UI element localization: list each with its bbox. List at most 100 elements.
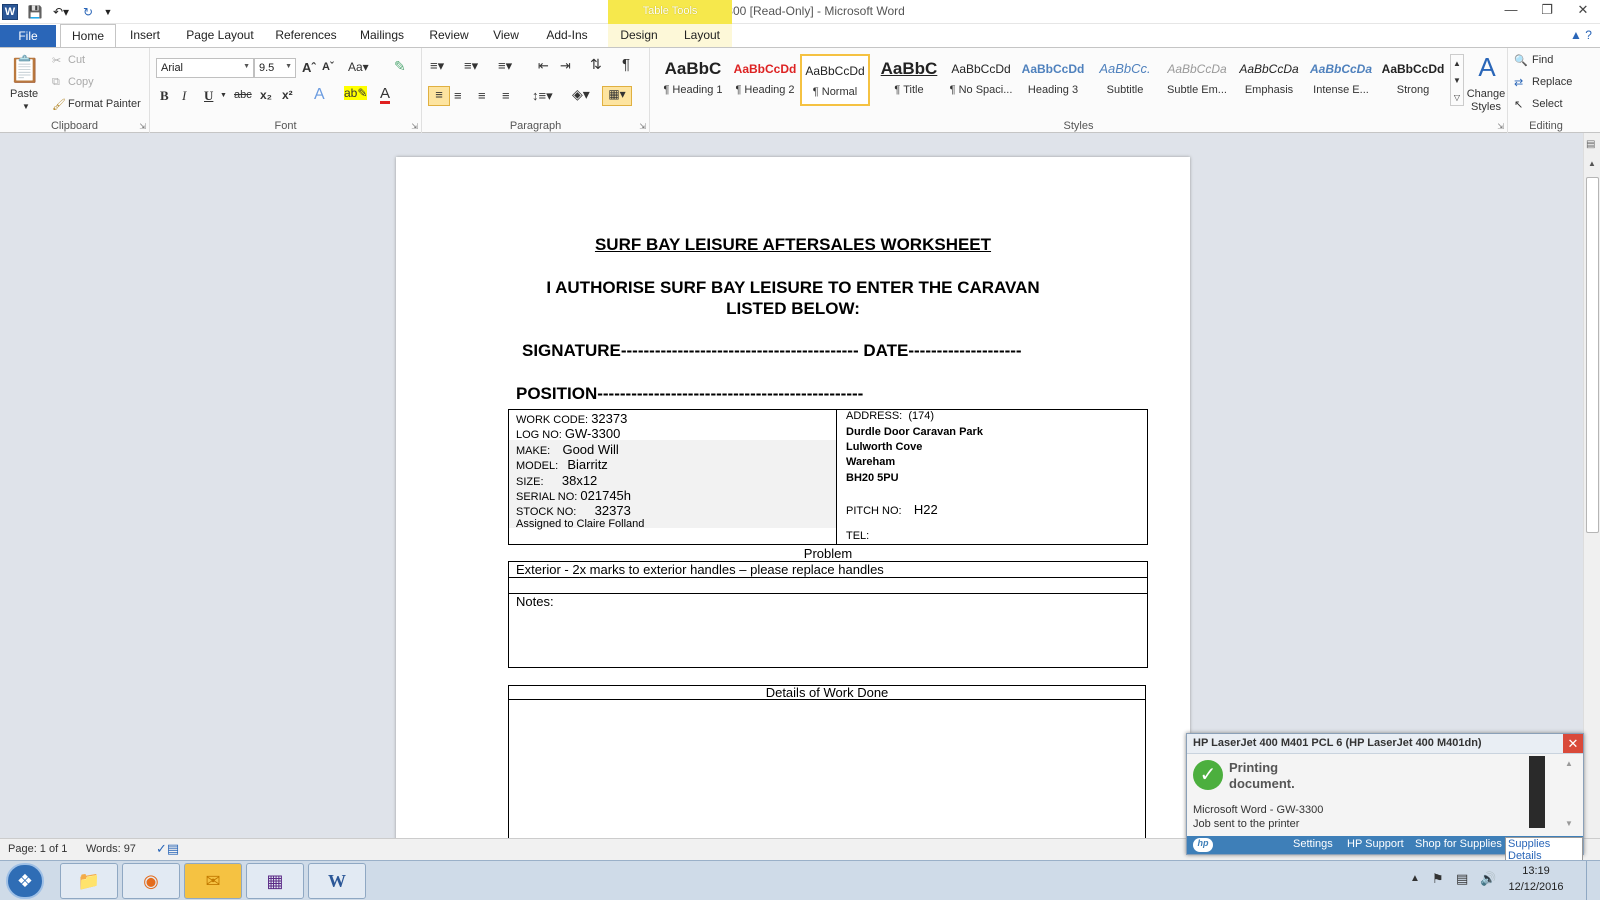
- font-size-combo[interactable]: 9.5 ▼: [254, 58, 296, 78]
- explorer-taskbar-icon[interactable]: 📁: [60, 863, 118, 899]
- borders-icon[interactable]: ▦▾: [602, 86, 632, 106]
- scrollbar-thumb[interactable]: [1586, 177, 1599, 533]
- font-launcher-icon[interactable]: ⇲: [411, 122, 418, 131]
- bold-icon[interactable]: B: [160, 88, 169, 104]
- align-right-icon[interactable]: ≡: [478, 88, 486, 103]
- scroll-up-icon[interactable]: ▲: [1588, 159, 1596, 168]
- paragraph-launcher-icon[interactable]: ⇲: [639, 122, 646, 131]
- replace-button[interactable]: Replace: [1532, 76, 1572, 88]
- tab-review[interactable]: Review: [424, 24, 474, 47]
- replace-icon[interactable]: ⇄: [1514, 76, 1523, 89]
- style-subtitle[interactable]: AaBbCc. Subtitle: [1090, 54, 1160, 106]
- paste-icon[interactable]: 📋: [8, 54, 42, 86]
- outlook-taskbar-icon[interactable]: ✉: [184, 863, 242, 899]
- style-subtle-emphasis[interactable]: AaBbCcDa Subtle Em...: [1162, 54, 1232, 106]
- change-case-icon[interactable]: Aa▾: [348, 60, 369, 74]
- style-title[interactable]: AaBbC ¶ Title: [874, 54, 944, 106]
- help-icon[interactable]: ▲ ?: [1566, 24, 1596, 47]
- style-emphasis[interactable]: AaBbCcDa Emphasis: [1234, 54, 1304, 106]
- style-strong[interactable]: AaBbCcDd Strong: [1378, 54, 1448, 106]
- superscript-icon[interactable]: x²: [282, 88, 293, 102]
- increase-indent-icon[interactable]: ⇥: [560, 58, 571, 74]
- decrease-indent-icon[interactable]: ⇤: [538, 58, 549, 74]
- show-hidden-icons-icon[interactable]: ▲: [1410, 873, 1420, 884]
- align-center-icon[interactable]: ≡: [454, 88, 462, 103]
- cut-button[interactable]: Cut: [68, 54, 85, 66]
- show-desktop-button[interactable]: [1586, 861, 1600, 900]
- tab-mailings[interactable]: Mailings: [352, 24, 412, 47]
- tab-file[interactable]: File: [0, 25, 56, 47]
- popup-scrollbar[interactable]: ▲ ▼: [1565, 758, 1577, 834]
- tab-design[interactable]: Design: [614, 24, 664, 47]
- vertical-scrollbar[interactable]: ▤ ▲: [1583, 133, 1600, 838]
- underline-dropdown-icon[interactable]: ▼: [220, 92, 227, 99]
- close-icon[interactable]: ✕: [1563, 734, 1583, 753]
- subscript-icon[interactable]: x₂: [260, 88, 272, 102]
- tab-layout[interactable]: Layout: [678, 24, 726, 47]
- problem-row[interactable]: Exterior - 2x marks to exterior handles …: [508, 561, 1148, 578]
- bullets-icon[interactable]: ≡▾: [430, 58, 444, 74]
- clipboard-launcher-icon[interactable]: ⇲: [139, 122, 146, 131]
- style-no-spacing[interactable]: AaBbCcDd ¶ No Spaci...: [946, 54, 1016, 106]
- copy-button[interactable]: Copy: [68, 76, 94, 88]
- italic-icon[interactable]: I: [182, 88, 186, 104]
- find-button[interactable]: Find: [1532, 54, 1553, 66]
- word-count[interactable]: Words: 97: [86, 843, 136, 855]
- word-taskbar-icon[interactable]: W: [308, 863, 366, 899]
- highlight-icon[interactable]: ab✎: [344, 86, 368, 100]
- cut-icon[interactable]: ✂: [52, 54, 61, 67]
- style-heading-2[interactable]: AaBbCcDd ¶ Heading 2: [730, 54, 800, 106]
- numbering-icon[interactable]: ≡▾: [464, 58, 478, 74]
- shading-icon[interactable]: ◈▾: [572, 86, 590, 103]
- shrink-font-icon[interactable]: Aˇ: [322, 61, 334, 73]
- multilevel-list-icon[interactable]: ≡▾: [498, 58, 512, 74]
- shop-for-supplies-link[interactable]: Shop for Supplies: [1415, 838, 1502, 850]
- tab-add-ins[interactable]: Add-Ins: [542, 24, 592, 47]
- clear-formatting-icon[interactable]: ✎: [394, 58, 406, 75]
- style-heading-1[interactable]: AaBbC ¶ Heading 1: [658, 54, 728, 106]
- change-styles-button[interactable]: Change Styles: [1464, 88, 1508, 114]
- tab-view[interactable]: View: [486, 24, 526, 47]
- align-left-icon[interactable]: ≡: [428, 86, 450, 106]
- minimize-button[interactable]: —: [1498, 2, 1524, 20]
- change-styles-icon[interactable]: A: [1468, 52, 1506, 83]
- notes-box[interactable]: Notes:: [508, 593, 1148, 668]
- tab-insert[interactable]: Insert: [122, 24, 168, 47]
- grow-font-icon[interactable]: Aˆ: [302, 60, 316, 75]
- style-normal[interactable]: AaBbCcDd ¶ Normal: [800, 54, 870, 106]
- select-button[interactable]: Select: [1532, 98, 1563, 110]
- copy-icon[interactable]: ⧉: [52, 76, 60, 89]
- settings-link[interactable]: Settings: [1293, 838, 1333, 850]
- font-name-combo[interactable]: Arial ▼: [156, 58, 254, 78]
- document-page[interactable]: SURF BAY LEISURE AFTERSALES WORKSHEET I …: [396, 157, 1190, 838]
- find-icon[interactable]: 🔍: [1514, 54, 1528, 67]
- style-heading-3[interactable]: AaBbCcDd Heading 3: [1018, 54, 1088, 106]
- styles-scroll-icon[interactable]: ▲ ▼ ▽: [1450, 54, 1464, 106]
- blank-row[interactable]: [508, 577, 1148, 594]
- tab-page-layout[interactable]: Page Layout: [180, 24, 260, 47]
- start-button[interactable]: ❖: [6, 863, 44, 899]
- proofing-icon[interactable]: ✓▤: [156, 841, 179, 857]
- calendar-app-taskbar-icon[interactable]: ▦: [246, 863, 304, 899]
- justify-icon[interactable]: ≡: [502, 88, 510, 103]
- tab-home[interactable]: Home: [60, 24, 116, 47]
- underline-icon[interactable]: U: [204, 88, 213, 104]
- tab-references[interactable]: References: [272, 24, 340, 47]
- style-intense-emphasis[interactable]: AaBbCcDa Intense E...: [1306, 54, 1376, 106]
- close-button[interactable]: ✕: [1570, 2, 1596, 20]
- hp-support-link[interactable]: HP Support: [1347, 838, 1404, 850]
- clock-date[interactable]: 12/12/2016: [1506, 881, 1566, 893]
- paste-button[interactable]: Paste: [10, 88, 38, 100]
- clock-time[interactable]: 13:19: [1506, 865, 1566, 877]
- styles-launcher-icon[interactable]: ⇲: [1497, 122, 1504, 131]
- format-painter-button[interactable]: Format Painter: [68, 98, 141, 110]
- address-cell[interactable]: ADDRESS: (174) Durdle Door Caravan Park …: [838, 410, 1147, 544]
- line-spacing-icon[interactable]: ↕≡▾: [532, 88, 553, 104]
- firefox-taskbar-icon[interactable]: ◉: [122, 863, 180, 899]
- font-color-icon[interactable]: A: [380, 86, 391, 104]
- ruler-toggle-icon[interactable]: ▤: [1586, 139, 1595, 150]
- select-icon[interactable]: ↖: [1514, 98, 1523, 111]
- format-painter-icon[interactable]: 🖌: [52, 98, 66, 111]
- caravan-details-cell[interactable]: WORK CODE: 32373 LOG NO: GW-3300 MAKE: G…: [509, 410, 837, 544]
- page-count[interactable]: Page: 1 of 1: [8, 843, 67, 855]
